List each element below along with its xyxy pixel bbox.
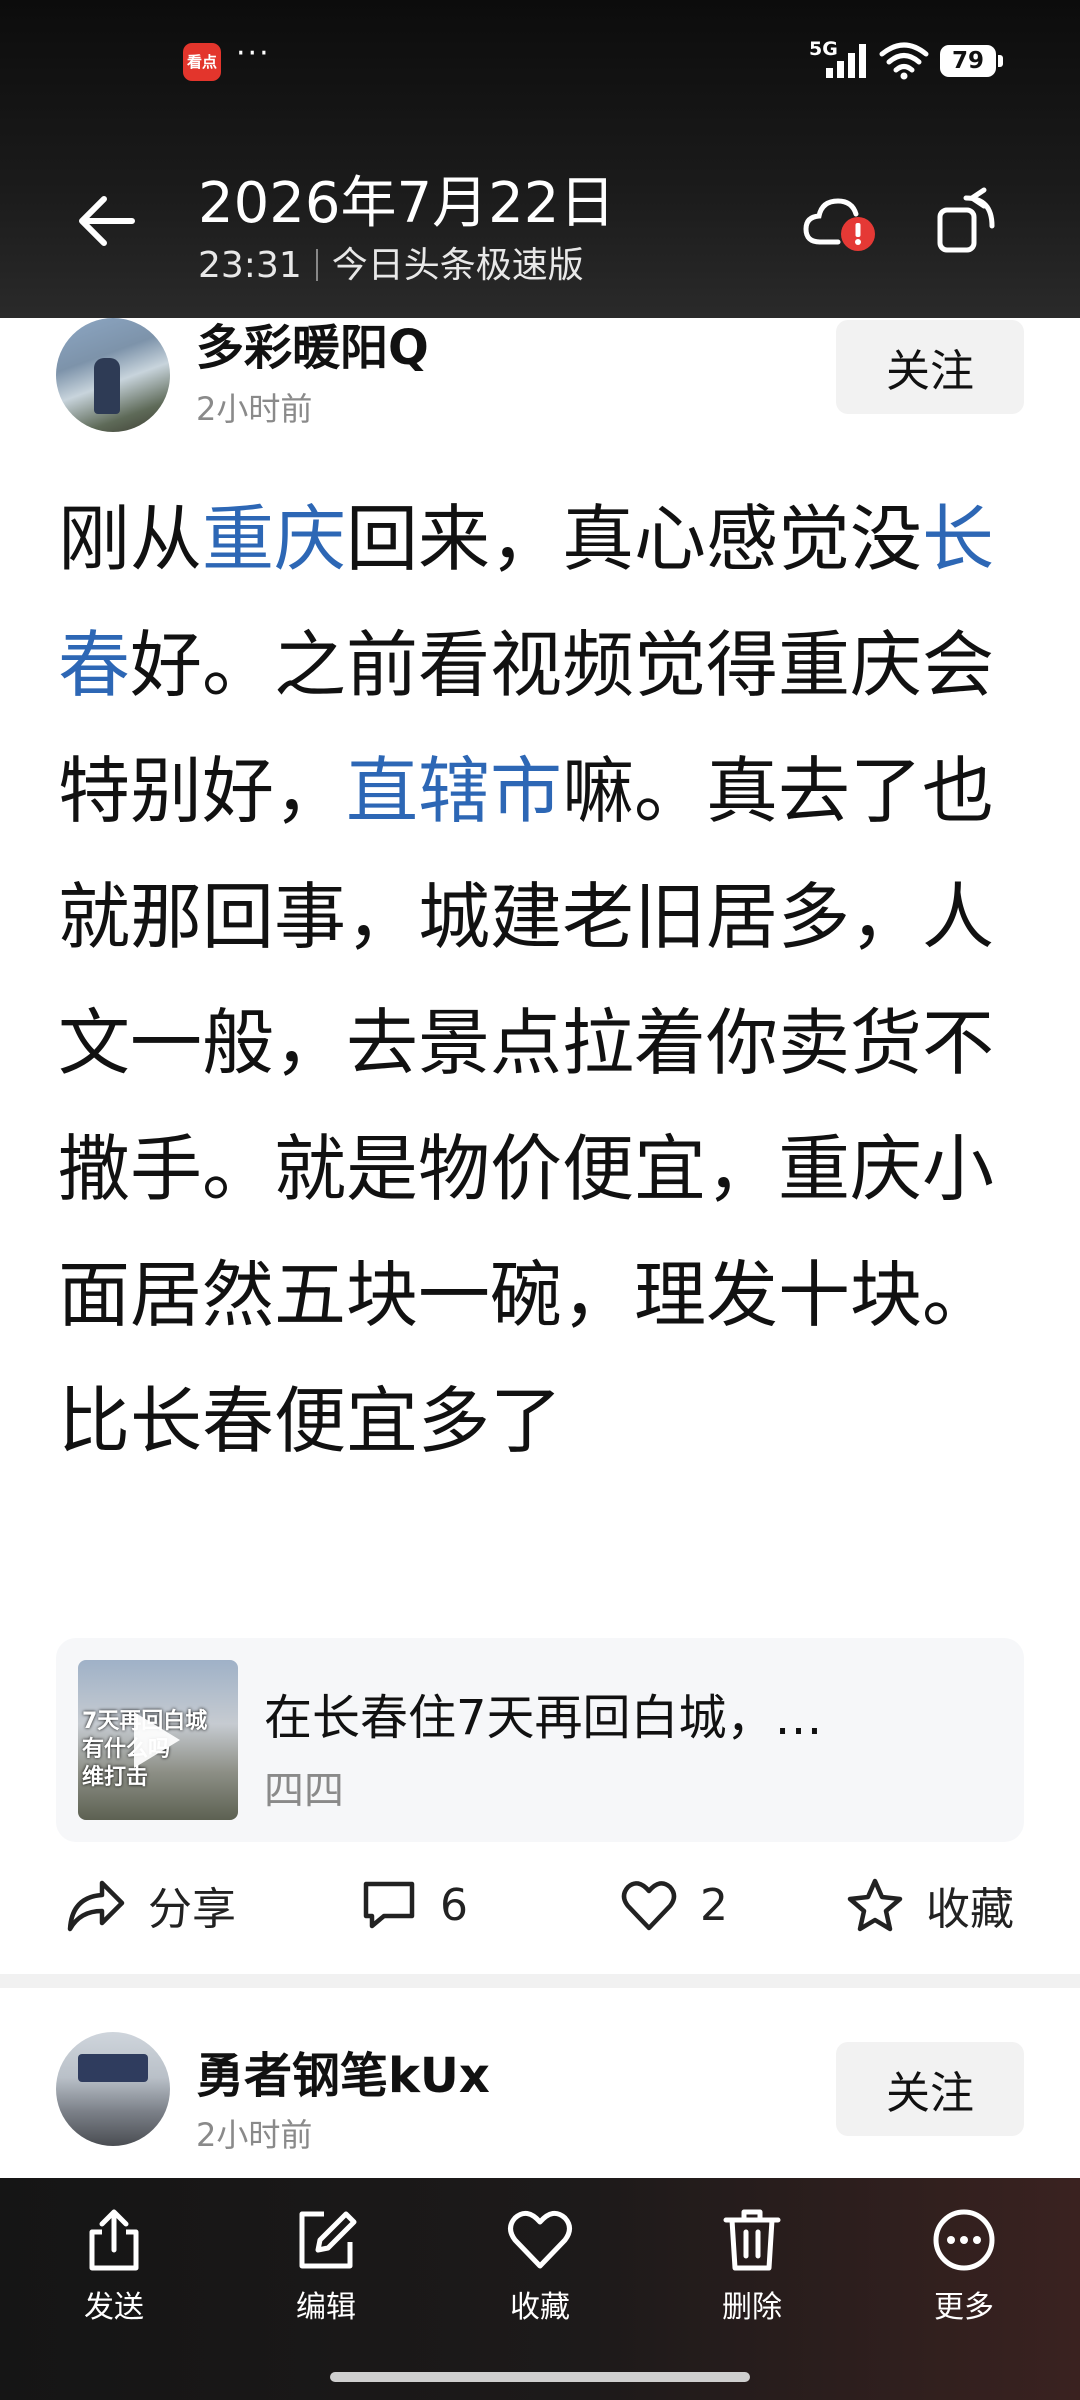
more-icon xyxy=(933,2209,995,2271)
edit-label: 编辑 xyxy=(296,2290,356,2325)
photo-meta: 23:31 今日头条极速版 xyxy=(198,236,584,288)
battery-indicator: 79 xyxy=(940,45,1003,77)
post-author-name[interactable]: 多彩暖阳Q xyxy=(196,308,429,378)
like-button[interactable]: 2 xyxy=(620,1860,728,1950)
photo-date: 2026年7月22日 xyxy=(198,171,616,236)
post-text: 刚从重庆回来，真心感觉没长春好。之前看视频觉得重庆会特别好，直辖市嘛。真去了也就… xyxy=(58,476,1008,1484)
cloud-sync-error-icon[interactable] xyxy=(802,192,880,256)
favorite-toolbar-label: 收藏 xyxy=(510,2290,570,2325)
follow-button[interactable]: 关注 xyxy=(836,320,1024,414)
post-text-segment: 刚从 xyxy=(58,497,203,581)
video-thumbnail[interactable]: 7天再回白城 有什么吗 维打击 xyxy=(78,1660,238,1820)
share-label: 分享 xyxy=(148,1884,236,1935)
more-notifications-icon: ··· xyxy=(236,36,271,71)
share-button[interactable]: 分享 xyxy=(66,1860,236,1950)
send-button[interactable]: 发送 xyxy=(44,2206,184,2326)
heart-icon xyxy=(621,1881,677,1931)
rotate-icon[interactable] xyxy=(934,186,1004,256)
upload-share-icon xyxy=(89,2209,139,2271)
like-count: 2 xyxy=(700,1879,728,1931)
gallery-header: 看点 ··· 5G 79 2026年7月22日 23:31 今日头条极速版 xyxy=(0,0,1080,318)
meta-separator xyxy=(315,249,318,281)
post-time: 2小时前 xyxy=(196,390,313,428)
status-bar: 看点 ··· 5G 79 xyxy=(0,0,1080,120)
home-indicator[interactable] xyxy=(330,2372,750,2382)
send-label: 发送 xyxy=(84,2290,144,2325)
photo-time: 23:31 xyxy=(198,245,302,286)
back-arrow-icon[interactable] xyxy=(72,186,142,256)
post-action-bar: 分享 6 2 收藏 xyxy=(0,1860,1080,1950)
edit-icon xyxy=(299,2211,357,2269)
post-text-segment: 嘛。真去了也就那回事，城建老旧居多，人文一般，去景点拉着你卖货不撒手。就是物价便… xyxy=(58,749,995,1463)
comment-count: 6 xyxy=(440,1879,468,1931)
topic-link[interactable]: 重庆 xyxy=(202,497,346,581)
card-author: 四四 xyxy=(264,1768,344,1814)
comment-icon xyxy=(363,1881,415,1929)
trash-icon xyxy=(723,2209,781,2271)
more-button[interactable]: 更多 xyxy=(894,2206,1034,2326)
favorite-label: 收藏 xyxy=(926,1884,1014,1935)
photo-source: 今日头条极速版 xyxy=(331,245,584,286)
signal-icon xyxy=(826,44,866,78)
edit-button[interactable]: 编辑 xyxy=(256,2206,396,2326)
topic-link[interactable]: 直辖市 xyxy=(346,749,562,833)
feed-divider xyxy=(0,1974,1080,1988)
share-icon xyxy=(67,1880,125,1932)
wifi-icon xyxy=(879,42,929,80)
post-text-segment: 回来，真心感觉没 xyxy=(346,497,923,581)
post-author-name[interactable]: 勇者钢笔kUx xyxy=(196,2036,490,2106)
avatar[interactable] xyxy=(56,318,170,432)
delete-label: 删除 xyxy=(722,2290,782,2325)
comment-button[interactable]: 6 xyxy=(360,1860,468,1950)
app-notification-icon: 看点 xyxy=(183,43,221,81)
gallery-toolbar: 发送 编辑 收藏 删除 更多 xyxy=(0,2178,1080,2400)
linked-article-card[interactable]: 7天再回白城 有什么吗 维打击 在长春住7天再回白城，… 四四 xyxy=(56,1638,1024,1842)
more-label: 更多 xyxy=(934,2290,994,2325)
heart-icon xyxy=(508,2210,572,2269)
star-icon xyxy=(847,1878,903,1932)
avatar[interactable] xyxy=(56,2032,170,2146)
delete-button[interactable]: 删除 xyxy=(682,2206,822,2326)
play-icon xyxy=(134,1712,180,1768)
favorite-button[interactable]: 收藏 xyxy=(846,1860,1014,1950)
post-time: 2小时前 xyxy=(196,2116,313,2154)
follow-button[interactable]: 关注 xyxy=(836,2042,1024,2136)
favorite-toolbar-button[interactable]: 收藏 xyxy=(470,2206,610,2326)
card-title: 在长春住7天再回白城，… xyxy=(264,1690,823,1746)
